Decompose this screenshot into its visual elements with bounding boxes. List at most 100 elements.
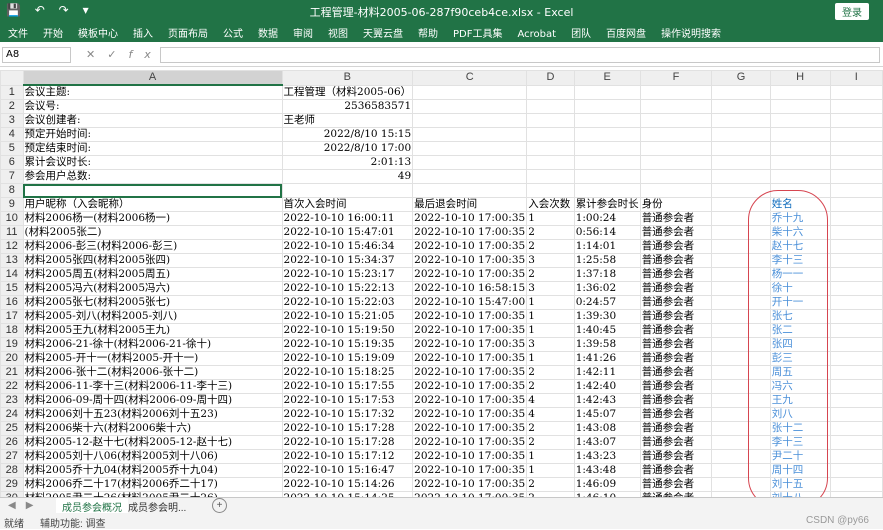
column-header[interactable]: I	[829, 70, 883, 86]
cell-G[interactable]	[711, 463, 771, 478]
cell-I[interactable]	[829, 84, 883, 100]
cell-G[interactable]	[711, 323, 771, 338]
cell-G[interactable]	[711, 211, 771, 226]
cell-C[interactable]	[412, 127, 528, 142]
cell-I[interactable]	[829, 99, 883, 114]
cell-A[interactable]: 材料2006乔二十17(材料2006乔二十17)	[22, 477, 283, 492]
cell-F[interactable]: 普通参会者	[639, 393, 713, 408]
cell-D[interactable]	[526, 127, 575, 142]
cell-G[interactable]	[711, 365, 771, 380]
row-header[interactable]: 16	[0, 295, 24, 310]
cell-E[interactable]: 0:24:57	[573, 295, 641, 310]
cell-A[interactable]: 材料2006-张十二(材料2006-张十二)	[22, 365, 283, 380]
cell-B[interactable]: 2022-10-10 15:21:05	[281, 309, 414, 324]
cell-E[interactable]: 1:43:08	[573, 421, 641, 436]
cell-E[interactable]: 1:43:07	[573, 435, 641, 450]
column-header[interactable]: F	[639, 70, 713, 86]
column-header[interactable]: A	[22, 70, 283, 86]
cell-D[interactable]: 1	[526, 351, 575, 366]
row-header[interactable]: 15	[0, 281, 24, 296]
cell-A[interactable]	[22, 183, 283, 198]
spreadsheet-grid[interactable]: ABCDEFGHI 1 会议主题: 工程管理（材料2005-06） 2 会议号: 2536…	[0, 70, 883, 497]
cell-C[interactable]: 2022-10-10 15:47:00	[412, 295, 528, 310]
cell-B[interactable]: 2536583571	[281, 99, 414, 114]
cell-C[interactable]	[412, 183, 528, 198]
cell-G[interactable]	[711, 141, 771, 156]
cell-B[interactable]: 2022-10-10 15:47:01	[281, 225, 414, 240]
cell-A[interactable]: 材料2006刘十五23(材料2006刘十五23)	[22, 407, 283, 422]
cell-D[interactable]: 2	[526, 421, 575, 436]
cell-D[interactable]: 1	[526, 211, 575, 226]
cell-F[interactable]	[639, 84, 713, 100]
cell-H[interactable]: 柴十六	[769, 225, 831, 240]
row-header[interactable]: 28	[0, 463, 24, 478]
row-header[interactable]: 5	[0, 141, 24, 156]
cell-F[interactable]: 普通参会者	[639, 351, 713, 366]
cell-A[interactable]: 参会用户总数:	[22, 169, 283, 184]
cell-E[interactable]: 1:42:11	[573, 365, 641, 380]
ribbon-tab[interactable]: 团队	[563, 22, 598, 40]
cell-I[interactable]	[829, 407, 883, 422]
cell-I[interactable]	[829, 183, 883, 198]
cell-G[interactable]	[711, 351, 771, 366]
cell-G[interactable]	[711, 127, 771, 142]
cell-D[interactable]: 2	[526, 365, 575, 380]
cell-I[interactable]	[829, 239, 883, 254]
cell-D[interactable]: 3	[526, 281, 575, 296]
cell-E[interactable]	[573, 141, 641, 156]
cell-B[interactable]: 49	[281, 169, 414, 184]
ribbon-tab[interactable]: 文件	[0, 22, 35, 40]
column-header[interactable]: C	[412, 70, 528, 86]
cell-C[interactable]: 2022-10-10 17:00:35	[412, 365, 528, 380]
cell-C[interactable]: 2022-10-10 16:58:15	[412, 281, 528, 296]
cell-D[interactable]: 1	[526, 449, 575, 464]
cell-C[interactable]	[412, 169, 528, 184]
cell-H[interactable]	[769, 127, 831, 142]
cell-C[interactable]: 2022-10-10 17:00:35	[412, 379, 528, 394]
cell-D[interactable]: 入会次数	[526, 197, 575, 212]
cell-F[interactable]	[639, 141, 713, 156]
row-header[interactable]: 4	[0, 127, 24, 142]
cell-I[interactable]	[829, 197, 883, 212]
cell-G[interactable]	[711, 309, 771, 324]
cell-I[interactable]	[829, 127, 883, 142]
ribbon-tab[interactable]: 天翼云盘	[355, 22, 410, 40]
cell-H[interactable]: 乔十九	[769, 211, 831, 226]
ribbon-tab[interactable]: 模板中心	[70, 22, 125, 40]
cell-I[interactable]	[829, 463, 883, 478]
cell-A[interactable]: 材料2005-刘八(材料2005-刘八)	[22, 309, 283, 324]
row-header[interactable]: 14	[0, 267, 24, 282]
cell-H[interactable]: 张十二	[769, 421, 831, 436]
name-box[interactable]: A8	[2, 47, 71, 63]
cell-A[interactable]: 材料2006杨一(材料2006杨一)	[22, 211, 283, 226]
row-header[interactable]: 26	[0, 435, 24, 450]
cell-F[interactable]	[639, 169, 713, 184]
cell-H[interactable]: 冯六	[769, 379, 831, 394]
cell-D[interactable]	[526, 155, 575, 170]
cell-I[interactable]	[829, 323, 883, 338]
cell-H[interactable]: 姓名	[769, 197, 831, 212]
cell-A[interactable]: 会议主题:	[22, 84, 283, 100]
cell-A[interactable]: 材料2006-彭三(材料2006-彭三)	[22, 239, 283, 254]
cell-E[interactable]: 1:39:30	[573, 309, 641, 324]
cell-F[interactable]: 普通参会者	[639, 309, 713, 324]
cell-C[interactable]: 2022-10-10 17:00:35	[412, 393, 528, 408]
cell-E[interactable]: 1:42:40	[573, 379, 641, 394]
cell-B[interactable]: 2022-10-10 15:16:47	[281, 463, 414, 478]
cell-H[interactable]: 周五	[769, 365, 831, 380]
column-header[interactable]: H	[769, 70, 831, 86]
column-header[interactable]: B	[281, 70, 414, 86]
cell-I[interactable]	[829, 155, 883, 170]
cell-G[interactable]	[711, 225, 771, 240]
cell-C[interactable]: 2022-10-10 17:00:35	[412, 421, 528, 436]
cell-G[interactable]	[711, 253, 771, 268]
cell-B[interactable]: 2022-10-10 16:00:11	[281, 211, 414, 226]
cell-H[interactable]: 周十四	[769, 463, 831, 478]
row-header[interactable]: 20	[0, 351, 24, 366]
cell-G[interactable]	[711, 393, 771, 408]
ribbon-tab[interactable]: PDF工具集	[445, 22, 509, 40]
cell-C[interactable]: 2022-10-10 17:00:35	[412, 407, 528, 422]
cell-I[interactable]	[829, 435, 883, 450]
cell-F[interactable]: 普通参会者	[639, 323, 713, 338]
sheet-nav-arrows[interactable]: ◀▶	[8, 500, 43, 511]
